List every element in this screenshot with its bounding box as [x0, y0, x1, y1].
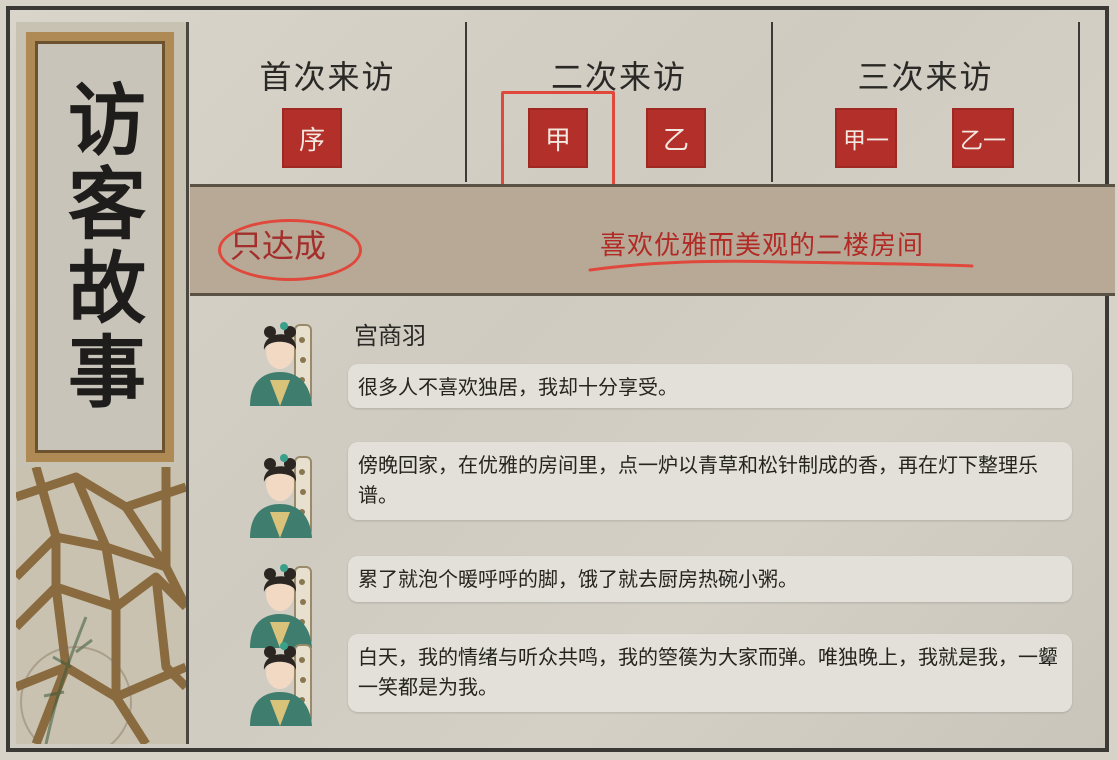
title-board: 访客故事 [26, 32, 174, 462]
seal-prologue[interactable]: 序 [282, 108, 342, 168]
speaker-avatar-icon [250, 564, 312, 648]
visit-column-third: 三次来访 [773, 22, 1078, 182]
panel-title: 访客故事 [55, 79, 146, 415]
visitor-preference: 喜欢优雅而美观的二楼房间 [600, 231, 925, 261]
left-banner: 访客故事 [16, 22, 189, 744]
dialogue-line: 白天，我的情绪与听众共鸣，我的箜篌为大家而弹。唯独晚上，我就是我，一颦一笑都是为… [358, 645, 1058, 699]
seal-yi[interactable]: 乙 [646, 108, 706, 168]
speaker-name: 宫商羽 [354, 322, 426, 350]
column-divider [1078, 22, 1080, 182]
dialogue-line: 傍晚回家，在优雅的房间里，点一炉以青草和松针制成的香，再在灯下整理乐谱。 [358, 453, 1038, 507]
visit-title-third: 三次来访 [857, 58, 994, 96]
speaker-avatar-icon [250, 642, 312, 726]
dialogue-bubble: 白天，我的情绪与听众共鸣，我的箜篌为大家而弹。唯独晚上，我就是我，一颦一笑都是为… [348, 634, 1072, 712]
speaker-avatar-icon [250, 322, 312, 406]
visit-title-first: 首次来访 [259, 58, 396, 96]
name-annotation-circle [218, 219, 362, 281]
seal-jia-yi[interactable]: 甲一 [835, 108, 897, 168]
dialogue-line: 很多人不喜欢独居，我却十分享受。 [358, 375, 678, 399]
seal-yi-yi[interactable]: 乙一 [952, 108, 1014, 168]
dialogue-line: 累了就泡个暖呼呼的脚，饿了就去厨房热碗小粥。 [358, 567, 798, 591]
speaker-avatar-icon [250, 454, 312, 538]
dialogue-bubble: 累了就泡个暖呼呼的脚，饿了就去厨房热碗小粥。 [348, 556, 1072, 602]
lattice-window-icon [16, 467, 186, 744]
dialogue-bubble: 很多人不喜欢独居，我却十分享受。 [348, 364, 1072, 408]
dialogue-bubble: 傍晚回家，在优雅的房间里，点一炉以青草和松针制成的香，再在灯下整理乐谱。 [348, 442, 1072, 520]
title-board-inner: 访客故事 [35, 41, 165, 453]
preference-underline [588, 259, 974, 272]
